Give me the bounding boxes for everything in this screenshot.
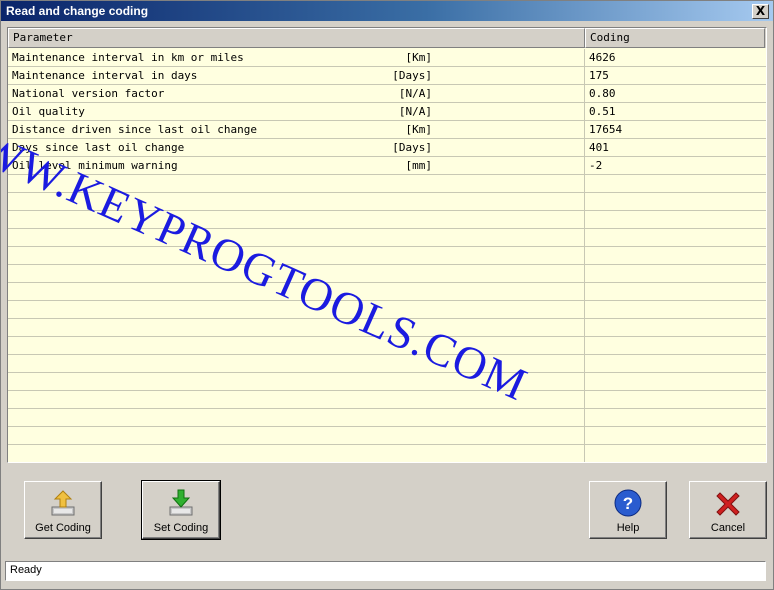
status-text: Ready xyxy=(10,564,42,576)
download-arrow-icon xyxy=(169,489,193,516)
set-coding-label: Set Coding xyxy=(153,522,209,534)
grid-header: Parameter Coding xyxy=(8,28,766,48)
svg-text:?: ? xyxy=(623,494,633,513)
table-row[interactable]: Days since last oil change [Days] 401 xyxy=(8,139,766,157)
close-button[interactable]: X xyxy=(752,4,769,19)
coding-cell[interactable]: 0.80 xyxy=(589,85,759,103)
question-icon: ? xyxy=(614,489,642,517)
coding-cell[interactable]: 401 xyxy=(589,139,759,157)
window-title: Read and change coding xyxy=(6,4,149,18)
column-header-coding[interactable]: Coding xyxy=(585,28,765,48)
coding-cell[interactable]: 4626 xyxy=(589,49,759,67)
title-bar[interactable]: Read and change coding X xyxy=(1,1,773,21)
folder-up-icon xyxy=(51,490,75,516)
unit-cell: [mm] xyxy=(405,159,433,172)
table-row[interactable]: Distance driven since last oil change [K… xyxy=(8,121,766,139)
coding-cell[interactable]: 175 xyxy=(589,67,759,85)
coding-cell[interactable]: 17654 xyxy=(589,121,759,139)
cancel-label: Cancel xyxy=(710,522,746,534)
coding-dialog: Read and change coding X Parameter Codin… xyxy=(0,0,774,590)
unit-cell: [Km] xyxy=(405,123,433,136)
coding-cell[interactable]: 0.51 xyxy=(589,103,759,121)
unit-cell: [Days] xyxy=(392,141,432,154)
table-row[interactable]: Oil quality [N/A] 0.51 xyxy=(8,103,766,121)
help-button[interactable]: ? Help xyxy=(589,481,667,539)
cancel-button[interactable]: Cancel xyxy=(689,481,767,539)
set-coding-button[interactable]: Set Coding xyxy=(141,480,221,540)
unit-cell: [Km] xyxy=(405,51,433,64)
close-icon: X xyxy=(755,4,766,18)
table-row[interactable]: National version factor [N/A] 0.80 xyxy=(8,85,766,103)
table-row[interactable]: Maintenance interval in km or miles [Km]… xyxy=(8,49,766,67)
table-row[interactable]: Maintenance interval in days [Days] 175 xyxy=(8,67,766,85)
red-x-icon xyxy=(716,492,740,516)
help-label: Help xyxy=(616,522,640,534)
coding-grid[interactable]: Parameter Coding Maintenance interval in… xyxy=(7,27,767,463)
status-bar: Ready xyxy=(5,561,766,581)
table-row[interactable]: Oil level minimum warning [mm] -2 xyxy=(8,157,766,175)
unit-cell: [N/A] xyxy=(398,105,432,118)
column-header-parameter[interactable]: Parameter xyxy=(8,28,585,48)
unit-cell: [N/A] xyxy=(398,87,432,100)
unit-cell: [Days] xyxy=(392,69,432,82)
coding-cell[interactable]: -2 xyxy=(589,157,759,175)
get-coding-label: Get Coding xyxy=(35,522,91,534)
get-coding-button[interactable]: Get Coding xyxy=(24,481,102,539)
